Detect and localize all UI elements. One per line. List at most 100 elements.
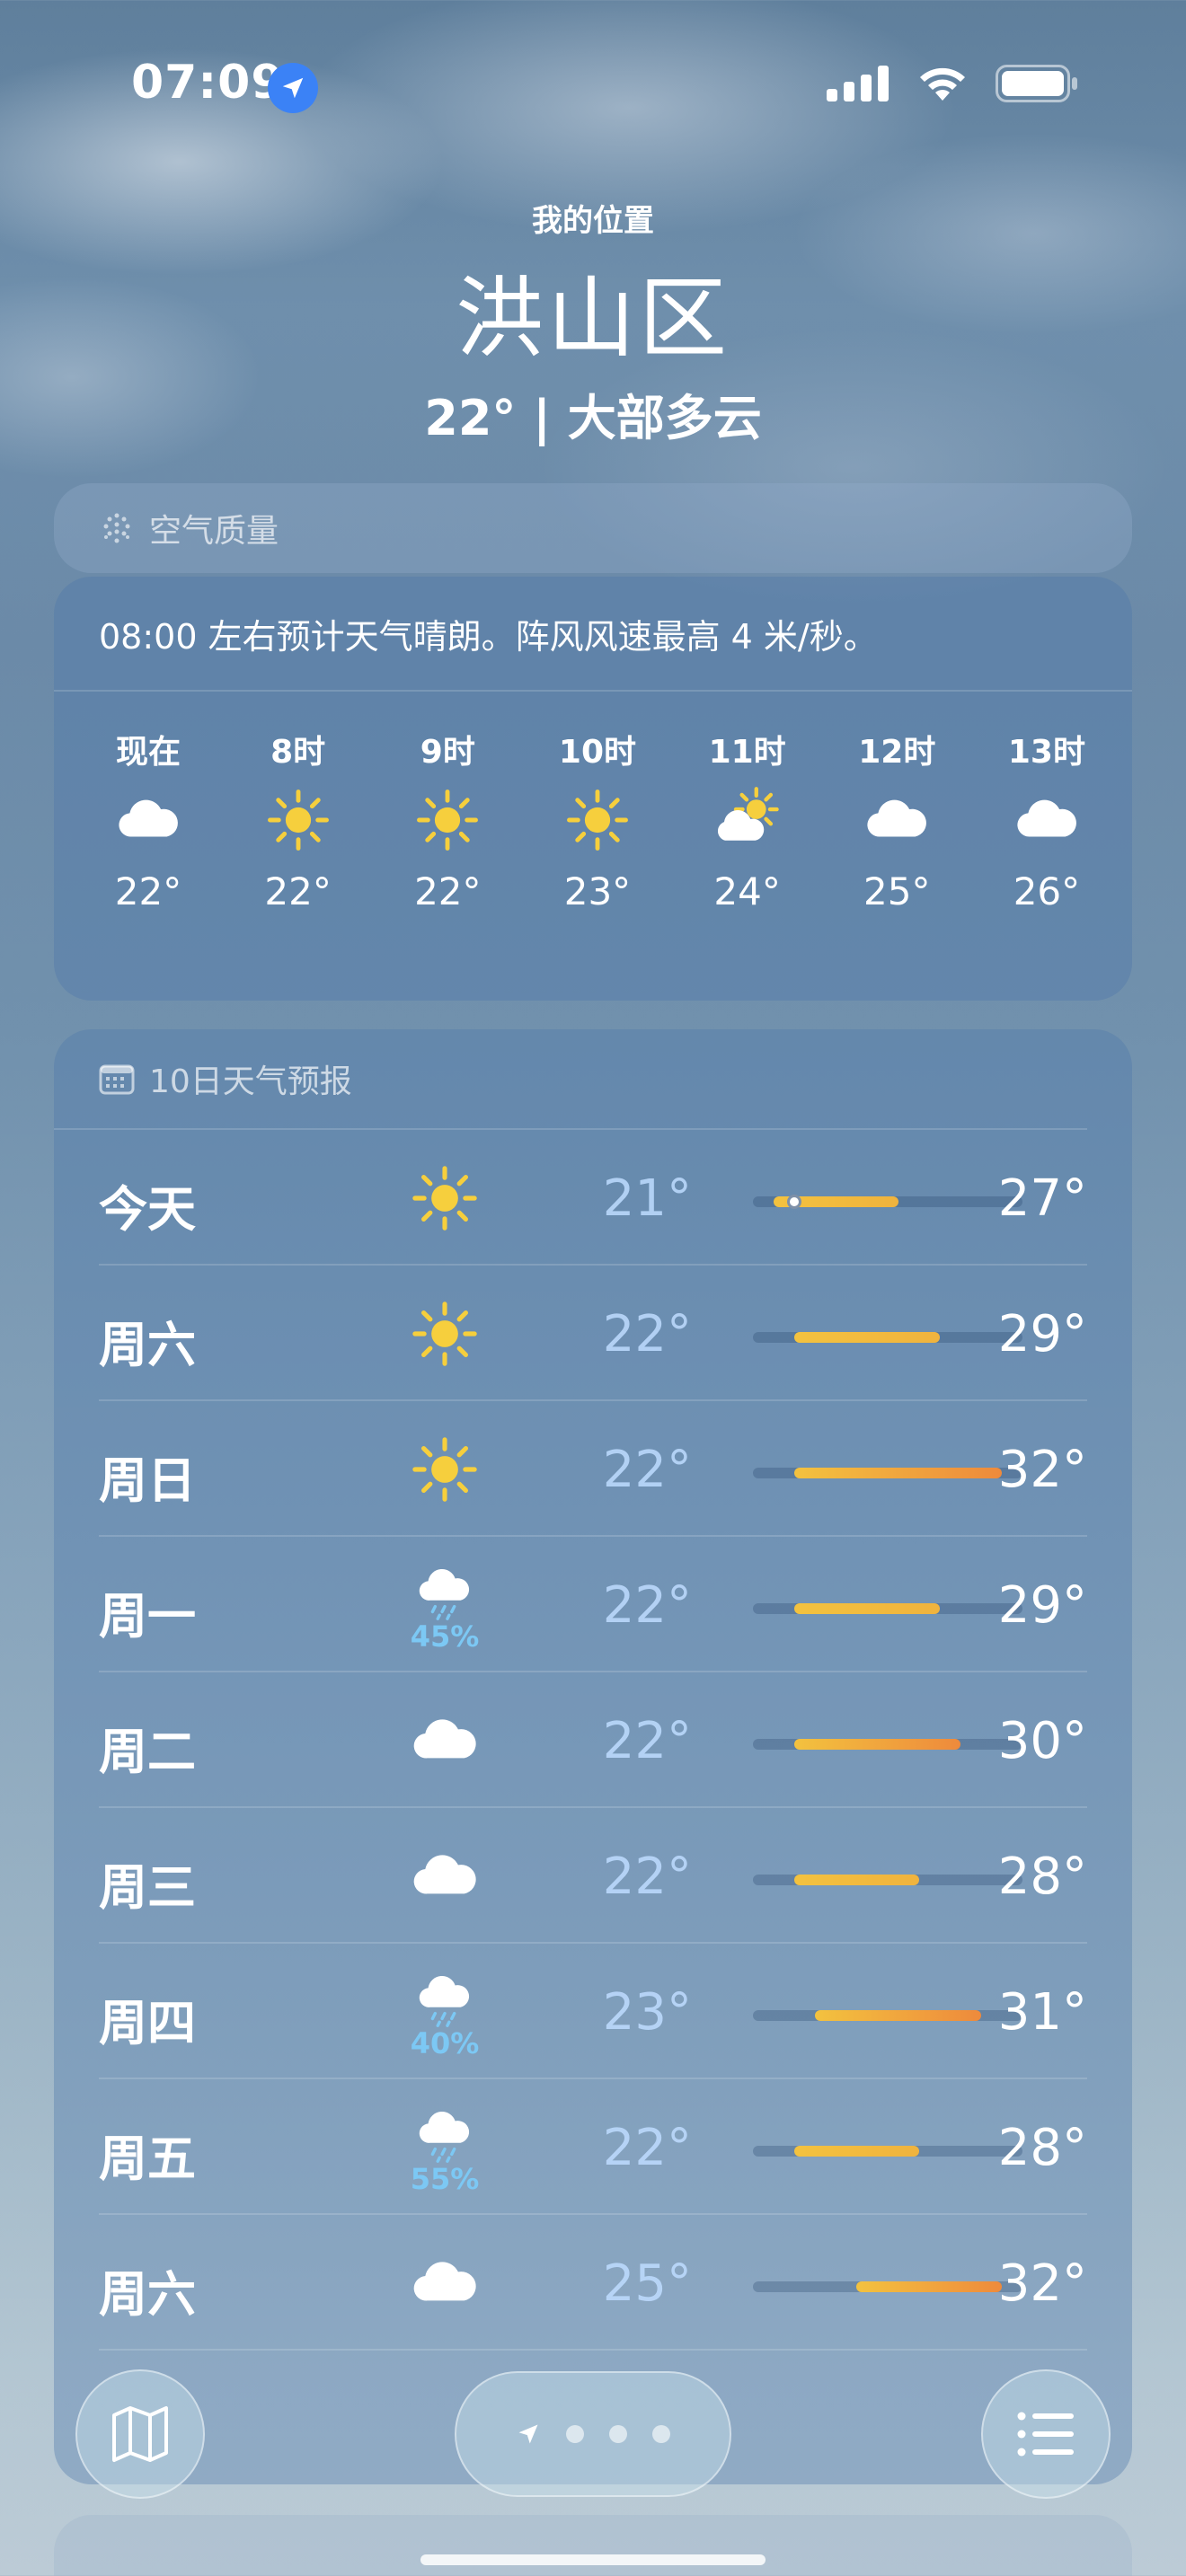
sun-icon: [539, 771, 656, 869]
daily-row[interactable]: 周二 22° 30°: [99, 1672, 1087, 1808]
temp-range-track: [753, 1875, 1022, 1885]
hour-temp: 22°: [414, 869, 482, 913]
day-name: 周六: [99, 2266, 196, 2323]
cloud-icon: [90, 771, 207, 869]
current-summary: 22° | 大部多云: [424, 390, 762, 446]
day-high-temp: 29°: [997, 1576, 1087, 1635]
day-low-temp: 22°: [602, 1848, 692, 1906]
precip-chance: 55%: [410, 2162, 480, 2196]
daily-row[interactable]: 周三 22° 28°: [99, 1808, 1087, 1944]
hour-label: 现在: [115, 734, 181, 771]
temp-range-track: [753, 2281, 1022, 2292]
day-low-temp: 21°: [602, 1169, 692, 1228]
precip-chance: 40%: [410, 2026, 480, 2060]
temp-range-bar: [794, 1332, 940, 1343]
hour-temp: 26°: [1013, 869, 1081, 913]
signal-icon: [827, 66, 889, 101]
daily-row[interactable]: 周五 55% 22° 28°: [99, 2079, 1087, 2215]
hour-item: 8时 22°: [240, 692, 357, 913]
hour-item: 12时 25°: [838, 692, 955, 913]
status-icons: [827, 65, 1078, 102]
sun-icon: [395, 1289, 494, 1379]
location-header: 我的位置 洪山区 22° | 大部多云: [0, 196, 1186, 449]
day-low-temp: 22°: [602, 2119, 692, 2177]
day-low-temp: 25°: [602, 2254, 692, 2313]
daily-row[interactable]: 今天 21° 27°: [99, 1130, 1087, 1266]
day-low-temp: 22°: [602, 1441, 692, 1499]
day-high-temp: 28°: [997, 2119, 1087, 2177]
bottom-toolbar: [0, 2344, 1186, 2506]
city-list-button[interactable]: [981, 2369, 1111, 2499]
current-location-icon: [518, 2424, 538, 2444]
hour-temp: 22°: [264, 869, 332, 913]
cloud-icon: [395, 2238, 494, 2328]
home-indicator[interactable]: [420, 2554, 766, 2565]
hour-label: 13时: [1007, 734, 1085, 771]
page-dot: [566, 2425, 584, 2443]
day-high-temp: 32°: [997, 2254, 1087, 2313]
city-name: 洪山区: [455, 268, 730, 370]
day-high-temp: 28°: [997, 1848, 1087, 1906]
partly-cloudy-icon: [689, 771, 806, 869]
air-quality-card[interactable]: 空气质量: [54, 483, 1132, 573]
temp-range-track: [753, 1332, 1022, 1343]
air-quality-icon: [103, 513, 130, 543]
day-name: 周六: [99, 1317, 196, 1373]
hour-label: 9时: [420, 734, 475, 771]
temp-range-bar: [794, 1468, 1002, 1478]
day-low-temp: 22°: [602, 1576, 692, 1635]
temp-range-bar: [794, 1739, 960, 1750]
hourly-summary: 08:00 左右预计天气晴朗。阵风风速最高 4 米/秒。: [54, 577, 1132, 692]
temp-range-track: [753, 1195, 1022, 1209]
day-name: 周二: [99, 1724, 196, 1780]
day-high-temp: 31°: [997, 1983, 1087, 2042]
rain-icon: 40%: [395, 1971, 494, 2060]
precip-chance: 45%: [410, 1619, 480, 1654]
sun-icon: [240, 771, 357, 869]
location-arrow-icon: [268, 63, 318, 113]
hour-temp: 24°: [713, 869, 781, 913]
air-quality-title: 空气质量: [149, 513, 279, 550]
daily-row[interactable]: 周六 22° 29°: [99, 1266, 1087, 1401]
day-name: 周日: [99, 1452, 196, 1509]
temp-range-track: [753, 2146, 1022, 2157]
day-low-temp: 22°: [602, 1712, 692, 1770]
map-button[interactable]: [75, 2369, 205, 2499]
day-name: 周五: [99, 2130, 196, 2187]
temp-range-track: [753, 1603, 1022, 1614]
hour-temp: 25°: [863, 869, 931, 913]
day-high-temp: 32°: [997, 1441, 1087, 1499]
daily-row[interactable]: 周一 45% 22° 29°: [99, 1537, 1087, 1672]
temp-range-bar: [794, 1603, 940, 1614]
hour-label: 12时: [858, 734, 936, 771]
battery-icon: [996, 65, 1077, 102]
day-name: 周三: [99, 1859, 196, 1916]
calendar-icon: [99, 1064, 135, 1095]
cloud-icon: [988, 771, 1105, 869]
daily-row[interactable]: 周日 22° 32°: [99, 1401, 1087, 1537]
cloud-icon: [395, 1831, 494, 1921]
list-icon: [1017, 2412, 1074, 2457]
day-name: 周四: [99, 1995, 196, 2051]
status-time: 07:09: [131, 56, 285, 110]
wifi-icon: [920, 67, 965, 101]
temp-range-bar: [856, 2281, 1002, 2292]
sun-icon: [389, 771, 506, 869]
hourly-list[interactable]: 现在 22° 8时 22° 9时 22° 10时 23° 11时 24° 12时…: [54, 692, 1132, 913]
rain-icon: 45%: [395, 1564, 494, 1654]
cloud-icon: [395, 1696, 494, 1786]
daily-row[interactable]: 周四 40% 23° 31°: [99, 1944, 1087, 2079]
cloud-icon: [838, 771, 955, 869]
hourly-forecast-card[interactable]: 08:00 左右预计天气晴朗。阵风风速最高 4 米/秒。 现在 22° 8时 2…: [54, 577, 1132, 1001]
page-indicator[interactable]: [455, 2371, 731, 2497]
daily-row[interactable]: 周六 25° 32°: [99, 2215, 1087, 2351]
day-high-temp: 29°: [997, 1305, 1087, 1363]
day-low-temp: 22°: [602, 1305, 692, 1363]
hour-label: 8时: [270, 734, 326, 771]
hour-label: 11时: [708, 734, 786, 771]
daily-forecast-card[interactable]: 10日天气预报 今天 21° 27° 周六 22° 29° 周日 22° 32°…: [54, 1029, 1132, 2484]
temp-range-bar: [794, 2146, 919, 2157]
day-high-temp: 27°: [997, 1169, 1087, 1228]
location-label: 我的位置: [532, 203, 654, 239]
temp-range-bar: [794, 1875, 919, 1885]
